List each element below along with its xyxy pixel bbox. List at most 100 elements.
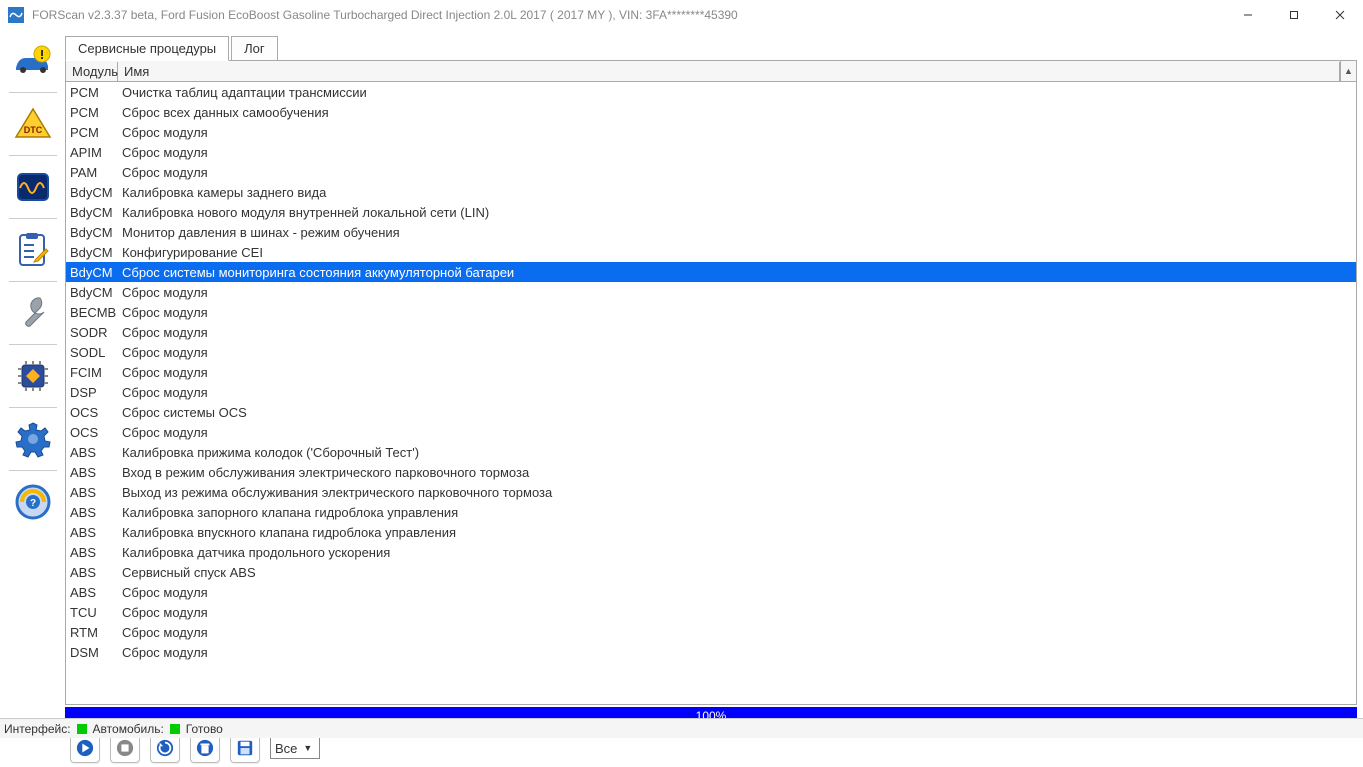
separator: [9, 407, 57, 408]
window-title: FORScan v2.3.37 beta, Ford Fusion EcoBoo…: [32, 8, 1225, 22]
table-row[interactable]: BdyCMКалибровка камеры заднего вида: [66, 182, 1356, 202]
content-area: Сервисные процедуры Лог Модуль Имя ▲ PCM…: [65, 30, 1363, 705]
tab-log[interactable]: Лог: [231, 36, 278, 61]
cell-name: Сброс модуля: [118, 145, 1356, 160]
service-button[interactable]: [8, 288, 58, 338]
table-row[interactable]: APIMСброс модуля: [66, 142, 1356, 162]
close-button[interactable]: [1317, 0, 1363, 30]
table-row[interactable]: ABSВыход из режима обслуживания электрич…: [66, 482, 1356, 502]
separator: [9, 470, 57, 471]
cell-module: BdyCM: [66, 285, 118, 300]
cell-name: Конфигурирование CEI: [118, 245, 1356, 260]
cell-name: Сброс модуля: [118, 585, 1356, 600]
table-row[interactable]: PCMСброс всех данных самообучения: [66, 102, 1356, 122]
cell-module: PCM: [66, 85, 118, 100]
table-row[interactable]: ABSКалибровка впускного клапана гидробло…: [66, 522, 1356, 542]
cell-name: Сброс модуля: [118, 165, 1356, 180]
table-row[interactable]: BdyCMСброс модуля: [66, 282, 1356, 302]
cell-name: Сброс модуля: [118, 345, 1356, 360]
cell-name: Сброс модуля: [118, 625, 1356, 640]
cell-module: ABS: [66, 505, 118, 520]
table-row[interactable]: BdyCMКонфигурирование CEI: [66, 242, 1356, 262]
table-row[interactable]: RTMСброс модуля: [66, 622, 1356, 642]
table-row[interactable]: FCIMСброс модуля: [66, 362, 1356, 382]
minimize-button[interactable]: [1225, 0, 1271, 30]
status-vehicle-label: Автомобиль:: [93, 722, 164, 736]
tab-bar: Сервисные процедуры Лог: [65, 34, 1357, 60]
scroll-up-button[interactable]: ▲: [1340, 61, 1356, 81]
cell-module: ABS: [66, 445, 118, 460]
table-row[interactable]: ABSСброс модуля: [66, 582, 1356, 602]
cell-name: Сброс всех данных самообучения: [118, 105, 1356, 120]
status-interface-label: Интерфейс:: [4, 722, 71, 736]
cell-name: Сброс модуля: [118, 645, 1356, 660]
cell-name: Выход из режима обслуживания электрическ…: [118, 485, 1356, 500]
table-row[interactable]: PCMСброс модуля: [66, 122, 1356, 142]
status-ready: Готово: [186, 722, 223, 736]
cell-module: SODR: [66, 325, 118, 340]
table-row[interactable]: DSPСброс модуля: [66, 382, 1356, 402]
filter-value: Все: [275, 741, 297, 756]
interface-led-icon: [77, 724, 87, 734]
table-row[interactable]: BdyCMКалибровка нового модуля внутренней…: [66, 202, 1356, 222]
chip-button[interactable]: [8, 351, 58, 401]
vehicle-info-button[interactable]: [8, 36, 58, 86]
cell-module: PCM: [66, 125, 118, 140]
cell-name: Сброс модуля: [118, 125, 1356, 140]
table-row[interactable]: PAMСброс модуля: [66, 162, 1356, 182]
cell-module: BECMB: [66, 305, 118, 320]
cell-module: RTM: [66, 625, 118, 640]
settings-button[interactable]: [8, 414, 58, 464]
cell-module: ABS: [66, 545, 118, 560]
separator: [9, 155, 57, 156]
table-row[interactable]: OCSСброс системы OCS: [66, 402, 1356, 422]
title-bar: FORScan v2.3.37 beta, Ford Fusion EcoBoo…: [0, 0, 1363, 30]
table-row[interactable]: BECMBСброс модуля: [66, 302, 1356, 322]
cell-name: Сброс модуля: [118, 605, 1356, 620]
cell-module: ABS: [66, 465, 118, 480]
table-row[interactable]: ABSКалибровка запорного клапана гидробло…: [66, 502, 1356, 522]
cell-name: Сброс модуля: [118, 305, 1356, 320]
cell-name: Сброс модуля: [118, 425, 1356, 440]
column-header-module[interactable]: Модуль: [66, 62, 118, 81]
table-row[interactable]: SODLСброс модуля: [66, 342, 1356, 362]
separator: [9, 281, 57, 282]
table-row[interactable]: OCSСброс модуля: [66, 422, 1356, 442]
maximize-button[interactable]: [1271, 0, 1317, 30]
cell-name: Сброс модуля: [118, 325, 1356, 340]
table-row[interactable]: BdyCMМонитор давления в шинах - режим об…: [66, 222, 1356, 242]
cell-name: Очистка таблиц адаптации трансмиссии: [118, 85, 1356, 100]
help-button[interactable]: ?: [8, 477, 58, 527]
svg-text:?: ?: [29, 498, 35, 509]
cell-module: BdyCM: [66, 265, 118, 280]
cell-module: OCS: [66, 405, 118, 420]
cell-name: Сброс системы мониторинга состояния акку…: [118, 265, 1356, 280]
table-row[interactable]: BdyCMСброс системы мониторинга состояния…: [66, 262, 1356, 282]
oscilloscope-button[interactable]: [8, 162, 58, 212]
cell-name: Калибровка впускного клапана гидроблока …: [118, 525, 1356, 540]
status-bar: Интерфейс: Автомобиль: Готово: [0, 718, 1363, 738]
table-row[interactable]: TCUСброс модуля: [66, 602, 1356, 622]
tab-service-procedures[interactable]: Сервисные процедуры: [65, 36, 229, 61]
table-row[interactable]: PCMОчистка таблиц адаптации трансмиссии: [66, 82, 1356, 102]
dtc-button[interactable]: DTC: [8, 99, 58, 149]
table-row[interactable]: ABSВход в режим обслуживания электрическ…: [66, 462, 1356, 482]
table-row[interactable]: ABSКалибровка датчика продольного ускоре…: [66, 542, 1356, 562]
cell-name: Вход в режим обслуживания электрического…: [118, 465, 1356, 480]
filter-combo[interactable]: Все ▼: [270, 737, 320, 759]
cell-module: DSP: [66, 385, 118, 400]
table-row[interactable]: SODRСброс модуля: [66, 322, 1356, 342]
table-row[interactable]: ABSКалибровка прижима колодок ('Сборочны…: [66, 442, 1356, 462]
table-row[interactable]: ABSСервисный спуск ABS: [66, 562, 1356, 582]
cell-name: Калибровка прижима колодок ('Сборочный Т…: [118, 445, 1356, 460]
column-header-name[interactable]: Имя: [118, 62, 1340, 81]
cell-name: Калибровка нового модуля внутренней лока…: [118, 205, 1356, 220]
cell-name: Сервисный спуск ABS: [118, 565, 1356, 580]
svg-text:DTC: DTC: [23, 125, 42, 135]
procedure-table[interactable]: PCMОчистка таблиц адаптации трансмиссииP…: [65, 82, 1357, 705]
table-row[interactable]: DSMСброс модуля: [66, 642, 1356, 662]
tests-button[interactable]: [8, 225, 58, 275]
cell-name: Калибровка запорного клапана гидроблока …: [118, 505, 1356, 520]
cell-module: ABS: [66, 525, 118, 540]
cell-module: TCU: [66, 605, 118, 620]
